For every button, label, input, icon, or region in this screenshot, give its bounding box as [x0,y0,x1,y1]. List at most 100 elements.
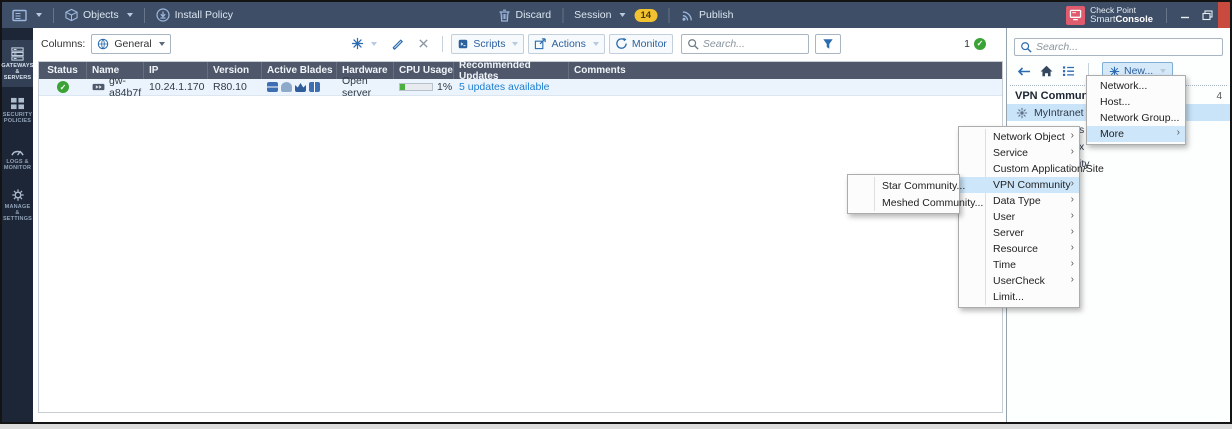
session-count-badge: 14 [634,8,658,22]
restore-button[interactable] [1196,2,1218,28]
install-policy-label: Install Policy [174,9,233,21]
column-header-ip[interactable]: IP [144,62,208,79]
actions-caret-icon [592,41,599,46]
minimize-button[interactable] [1174,2,1196,28]
servers-icon [10,46,25,61]
menu-item-custom-application-site[interactable]: Custom Application/Site › [959,161,1104,177]
menu-item-more[interactable]: More › [1087,126,1185,142]
gauge-icon [10,145,25,157]
menu-item-server[interactable]: Server › [959,225,1079,241]
menu-item-network-group[interactable]: Network Group... [1087,110,1185,126]
columns-dropdown-caret-icon [159,41,166,46]
column-header-version[interactable]: Version [208,62,262,79]
menu-item-user[interactable]: User › [959,209,1079,225]
menu-item-vpn-community[interactable]: VPN Community › [959,177,1079,193]
active-blades-icons [267,82,320,92]
objects-cube-icon [65,8,78,22]
submenu-arrow-icon: › [1070,130,1074,141]
main-pane: Columns: General Scripts Actions Monitor… [33,28,1006,417]
object-count: 1 ✓ [964,37,986,50]
sidebar-item-manage-settings[interactable]: MANAGE & SETTINGS [2,181,33,228]
close-button[interactable] [1218,2,1230,28]
publish-button[interactable]: Publish [676,9,737,22]
menu-item-label: Data Type [993,195,1041,207]
app-menu-caret-icon [36,13,42,17]
brand-line2a: Smart [1090,14,1116,25]
search-icon [687,38,699,50]
menu-item-star-community[interactable]: Star Community... [848,177,965,194]
vpn-community-icon [1016,107,1028,119]
submenu-arrow-icon: › [1070,194,1074,205]
objects-menu-button[interactable]: Objects [61,8,137,22]
menu-item-host[interactable]: Host... [1087,94,1185,110]
column-header-cpu-usage[interactable]: CPU Usage [394,62,454,79]
install-policy-button[interactable]: Install Policy [152,8,237,22]
app-menu-icon [12,9,28,22]
more-submenu: Network Object › Service › Custom Applicat… [958,126,1104,308]
panel-search [1014,38,1223,56]
column-header-recommended-updates[interactable]: Recommended Updates [454,60,569,82]
menu-item-usercheck[interactable]: UserCheck › [959,273,1079,289]
delete-button[interactable] [413,34,434,54]
brand-text: Check Point SmartConsole [1090,5,1153,25]
sidebar-item-logs-monitor[interactable]: LOGS & MONITOR [2,134,33,181]
menu-item-service[interactable]: Service › [959,145,1079,161]
menu-item-meshed-community[interactable]: Meshed Community... [848,194,983,211]
filter-button[interactable] [814,33,841,54]
sidebar-item-gateways-servers[interactable]: GATEWAYS & SERVERS [1,40,33,87]
menu-item-label: User [993,211,1016,223]
actions-button[interactable]: Actions [528,33,605,54]
column-header-active-blades[interactable]: Active Blades [262,62,337,79]
submenu-arrow-icon: › [1070,210,1074,221]
sidebar-item-security-policies[interactable]: SECURITY POLICIES [2,87,33,134]
row-version: R80.10 [213,81,247,93]
menu-item-network[interactable]: Network... [1087,78,1185,94]
scripts-button[interactable]: Scripts [451,33,525,54]
menu-item-network-object[interactable]: Network Object › [959,129,1079,145]
blade-icon-2 [281,82,292,92]
back-button[interactable] [1017,66,1031,77]
table-row[interactable]: ✓ gw-a84b7f 10.24.1.170 R80.10 Open serv… [39,75,1002,99]
row-hardware: Open server [342,75,372,99]
menu-item-resource[interactable]: Resource › [959,241,1079,257]
menu-item-label: Time [993,259,1016,271]
menu-item-label: Service [993,147,1029,159]
panel-search-input[interactable] [1036,41,1217,53]
column-header-status[interactable]: Status [39,62,87,79]
smartconsole-window: Objects Install Policy Discard Session 1… [0,0,1232,424]
vpn-community-submenu: Star Community... Meshed Community... [847,174,983,214]
column-header-comments[interactable]: Comments [569,62,1002,79]
updates-link[interactable]: 5 updates available [459,81,550,93]
monitor-label: Monitor [631,37,667,50]
app-menu-button[interactable] [8,9,46,22]
new-object-button[interactable] [346,34,382,54]
nav-sidebar: GATEWAYS & SERVERS SECURITY POLICIES LOGS … [1,28,33,422]
monitor-button[interactable]: Monitor [608,33,673,54]
sidebar-label-line2: & SERVERS [3,68,32,81]
top-bar: Objects Install Policy Discard Session 1… [2,2,1230,28]
main-search [680,33,809,54]
main-search-input[interactable] [702,37,803,50]
list-view-button[interactable] [1062,65,1075,77]
discard-button[interactable]: Discard [495,9,556,22]
actions-label: Actions [551,37,586,50]
columns-dropdown[interactable]: General [91,33,172,54]
submenu-arrow-icon: › [1176,127,1180,138]
blade-icon-4 [309,82,320,92]
columns-dropdown-value: General [114,37,152,50]
menu-item-limit[interactable]: Limit... [959,289,1079,305]
menu-item-label: Network Object [993,131,1065,143]
object-count-value: 1 [964,37,970,50]
session-menu-button[interactable]: Session 14 [570,8,661,22]
list-item-label: MyIntranet [1034,106,1084,119]
sidebar-label-line2: SETTINGS [2,215,33,222]
menu-item-time[interactable]: Time › [959,257,1079,273]
discard-label: Discard [515,9,552,21]
desktop-background [0,424,1232,429]
edit-button[interactable] [386,34,409,54]
checkpoint-logo [1066,5,1086,25]
home-button[interactable] [1040,65,1053,77]
divider [668,7,670,23]
session-caret-icon [619,13,626,17]
objects-label: Objects [83,9,119,21]
